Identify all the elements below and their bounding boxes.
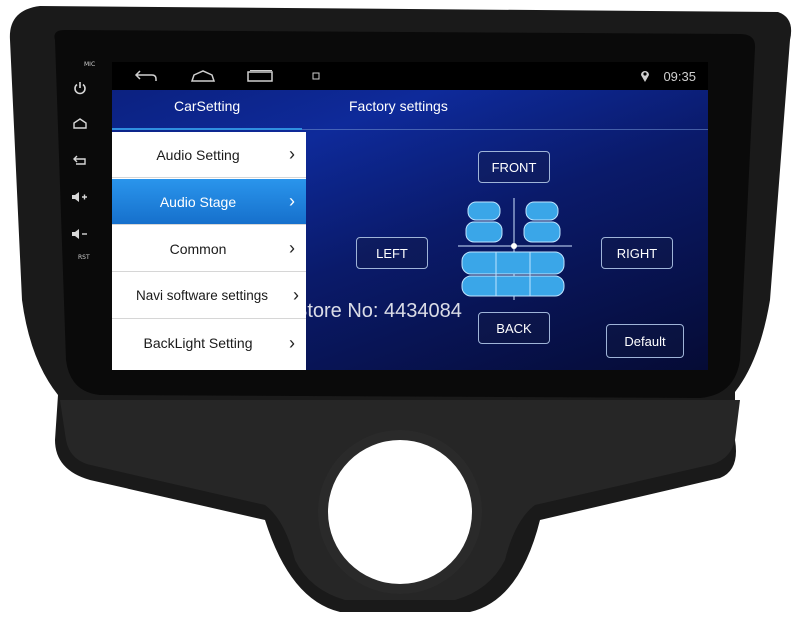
volume-down-icon[interactable] (63, 221, 97, 247)
screen: 09:35 CarSetting Factory settings Audio … (112, 62, 708, 370)
chevron-right-icon: › (289, 238, 295, 258)
tab-divider (302, 129, 708, 130)
front-left-seat-icon (465, 201, 503, 243)
power-icon[interactable] (63, 75, 97, 101)
chevron-right-icon: › (289, 332, 295, 353)
menu-item-label: Common (169, 240, 227, 257)
front-right-seat-icon (523, 201, 561, 243)
volume-up-icon[interactable] (63, 184, 97, 210)
status-bar: 09:35 (112, 62, 708, 90)
chevron-right-icon: › (289, 191, 295, 211)
store-watermark: Store No: 4434084 (294, 300, 462, 322)
notification-icon (312, 68, 320, 84)
settings-menu: Audio Setting › Audio Stage › Common › N… (112, 132, 306, 370)
rear-seat-icon (461, 251, 565, 297)
recent-apps-icon[interactable] (246, 68, 274, 84)
menu-item-label: Audio Setting (156, 146, 240, 163)
location-icon (640, 68, 650, 84)
tab-factory-settings[interactable]: Factory settings (349, 98, 448, 124)
rst-label: RST (78, 254, 90, 261)
active-tab-indicator (112, 128, 302, 130)
menu-item-label: BackLight Setting (143, 335, 253, 351)
back-icon[interactable] (63, 147, 97, 173)
balance-point[interactable] (511, 243, 517, 249)
back-icon[interactable] (134, 68, 158, 84)
menu-item-label: Navi software settings (135, 288, 269, 303)
home-icon[interactable] (63, 111, 97, 137)
tab-car-setting[interactable]: CarSetting (174, 98, 240, 124)
menu-item-backlight-setting[interactable]: BackLight Setting › (112, 320, 306, 366)
back-button[interactable]: BACK (478, 312, 550, 344)
right-button[interactable]: RIGHT (601, 237, 673, 269)
menu-item-audio-setting[interactable]: Audio Setting › (112, 132, 306, 178)
default-button[interactable]: Default (606, 324, 684, 358)
menu-item-audio-stage[interactable]: Audio Stage › (112, 179, 306, 225)
home-icon[interactable] (190, 68, 216, 84)
menu-item-navi-software-settings[interactable]: Navi software settings › (112, 273, 306, 319)
chevron-right-icon: › (289, 144, 295, 164)
left-button[interactable]: LEFT (356, 237, 428, 269)
car-seat-diagram (458, 198, 572, 300)
menu-item-common[interactable]: Common › (112, 226, 306, 272)
mic-label: MIC (84, 61, 96, 68)
front-button[interactable]: FRONT (478, 151, 550, 183)
clock: 09:35 (663, 69, 696, 84)
menu-item-label: Audio Stage (159, 193, 237, 210)
